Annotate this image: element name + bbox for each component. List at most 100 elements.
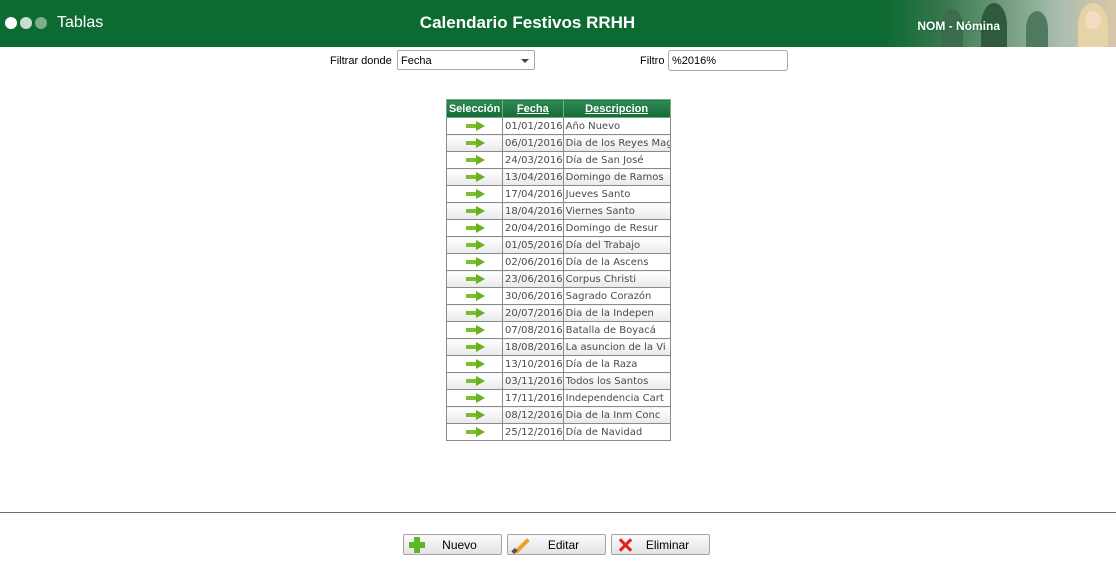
arrow-right-icon[interactable] <box>466 172 485 182</box>
filter-field-value: Fecha <box>401 55 432 67</box>
date-cell: 02/06/2016 <box>502 253 564 271</box>
description-cell: Todos los Santos <box>562 372 671 390</box>
row-select-cell[interactable] <box>446 253 503 271</box>
row-select-cell[interactable] <box>446 185 503 203</box>
column-header-label[interactable]: Fecha <box>517 103 549 115</box>
arrow-right-icon[interactable] <box>466 223 485 233</box>
description-cell: Dia de los Reyes Mag <box>562 134 671 152</box>
row-select-cell[interactable] <box>446 202 503 220</box>
row-select-cell[interactable] <box>446 117 503 135</box>
description-cell: Dia de la Indepen <box>562 304 671 322</box>
table-row: 20/07/2016 Dia de la Indepen <box>446 304 671 322</box>
table-row: 20/04/2016 Domingo de Resur <box>446 219 671 237</box>
pencil-icon <box>512 536 530 554</box>
date-cell: 30/06/2016 <box>502 287 564 305</box>
arrow-right-icon[interactable] <box>466 121 485 131</box>
date-cell: 07/08/2016 <box>502 321 564 339</box>
column-header-label[interactable]: Descripcion <box>585 103 648 115</box>
row-select-cell[interactable] <box>446 151 503 169</box>
table-row: 25/12/2016 Día de Navidad <box>446 423 671 441</box>
table-row: 06/01/2016 Dia de los Reyes Mag <box>446 134 671 152</box>
date-cell: 06/01/2016 <box>502 134 564 152</box>
column-header-fecha[interactable]: Fecha <box>502 99 564 118</box>
x-icon <box>616 536 634 554</box>
user-module-label: NOM - Nómina <box>917 19 1000 33</box>
date-cell: 18/08/2016 <box>502 338 564 356</box>
row-select-cell[interactable] <box>446 423 503 441</box>
description-cell: Día de Navidad <box>562 423 671 441</box>
edit-button-label: Editar <box>547 537 580 552</box>
arrow-right-icon[interactable] <box>466 257 485 267</box>
filter-input[interactable] <box>668 50 788 71</box>
date-cell: 03/11/2016 <box>502 372 564 390</box>
new-button[interactable]: Nuevo <box>403 534 502 555</box>
arrow-right-icon[interactable] <box>466 427 485 437</box>
row-select-cell[interactable] <box>446 406 503 424</box>
row-select-cell[interactable] <box>446 355 503 373</box>
holidays-table: Selección Fecha Descripcion 01/01/2016 Añ… <box>446 99 671 441</box>
description-cell: Batalla de Boyacá <box>562 321 671 339</box>
date-cell: 20/07/2016 <box>502 304 564 322</box>
date-cell: 25/12/2016 <box>502 423 564 441</box>
arrow-right-icon[interactable] <box>466 342 485 352</box>
arrow-right-icon[interactable] <box>466 393 485 403</box>
arrow-right-icon[interactable] <box>466 359 485 369</box>
arrow-right-icon[interactable] <box>466 206 485 216</box>
description-cell: Día de la Ascens <box>562 253 671 271</box>
arrow-right-icon[interactable] <box>466 325 485 335</box>
edit-button[interactable]: Editar <box>507 534 606 555</box>
description-cell: Domingo de Resur <box>562 219 671 237</box>
row-select-cell[interactable] <box>446 134 503 152</box>
description-cell: La asuncion de la Vi <box>562 338 671 356</box>
column-header-label: Selección <box>448 102 501 115</box>
delete-button[interactable]: Eliminar <box>611 534 710 555</box>
column-header-descripcion[interactable]: Descripcion <box>562 99 671 118</box>
row-select-cell[interactable] <box>446 168 503 186</box>
arrow-right-icon[interactable] <box>466 189 485 199</box>
table-row: 18/04/2016 Viernes Santo <box>446 202 671 220</box>
description-cell: Día de San José <box>562 151 671 169</box>
row-select-cell[interactable] <box>446 219 503 237</box>
person-silhouette <box>1026 11 1048 47</box>
filter-field-label: Filtrar donde <box>330 55 392 67</box>
table-row: 02/06/2016 Día de la Ascens <box>446 253 671 271</box>
arrow-right-icon[interactable] <box>466 291 485 301</box>
table-row: 13/10/2016 Día de la Raza <box>446 355 671 373</box>
row-select-cell[interactable] <box>446 321 503 339</box>
description-cell: Independencia Cart <box>562 389 671 407</box>
date-cell: 24/03/2016 <box>502 151 564 169</box>
filter-field-select[interactable]: Fecha <box>397 50 535 70</box>
table-row: 01/01/2016 Año Nuevo <box>446 117 671 135</box>
date-cell: 17/04/2016 <box>502 185 564 203</box>
arrow-right-icon[interactable] <box>466 274 485 284</box>
description-cell: Día de la Raza <box>562 355 671 373</box>
filter-value-label: Filtro <box>640 55 665 67</box>
row-select-cell[interactable] <box>446 389 503 407</box>
table-row: 23/06/2016 Corpus Christi <box>446 270 671 288</box>
arrow-right-icon[interactable] <box>466 155 485 165</box>
table-row: 17/11/2016 Independencia Cart <box>446 389 671 407</box>
delete-button-label: Eliminar <box>645 537 690 552</box>
column-header-seleccion: Selección <box>446 99 503 118</box>
date-cell: 08/12/2016 <box>502 406 564 424</box>
date-cell: 18/04/2016 <box>502 202 564 220</box>
row-select-cell[interactable] <box>446 304 503 322</box>
new-button-label: Nuevo <box>442 537 477 552</box>
description-cell: Corpus Christi <box>562 270 671 288</box>
description-cell: Año Nuevo <box>562 117 671 135</box>
arrow-right-icon[interactable] <box>466 240 485 250</box>
row-select-cell[interactable] <box>446 338 503 356</box>
table-row: 03/11/2016 Todos los Santos <box>446 372 671 390</box>
row-select-cell[interactable] <box>446 236 503 254</box>
arrow-right-icon[interactable] <box>466 410 485 420</box>
table-header-row: Selección Fecha Descripcion <box>446 99 671 118</box>
row-select-cell[interactable] <box>446 372 503 390</box>
table-row: 13/04/2016 Domingo de Ramos <box>446 168 671 186</box>
arrow-right-icon[interactable] <box>466 376 485 386</box>
description-cell: Día del Trabajo <box>562 236 671 254</box>
arrow-right-icon[interactable] <box>466 138 485 148</box>
arrow-right-icon[interactable] <box>466 308 485 318</box>
row-select-cell[interactable] <box>446 270 503 288</box>
row-select-cell[interactable] <box>446 287 503 305</box>
description-cell: Domingo de Ramos <box>562 168 671 186</box>
